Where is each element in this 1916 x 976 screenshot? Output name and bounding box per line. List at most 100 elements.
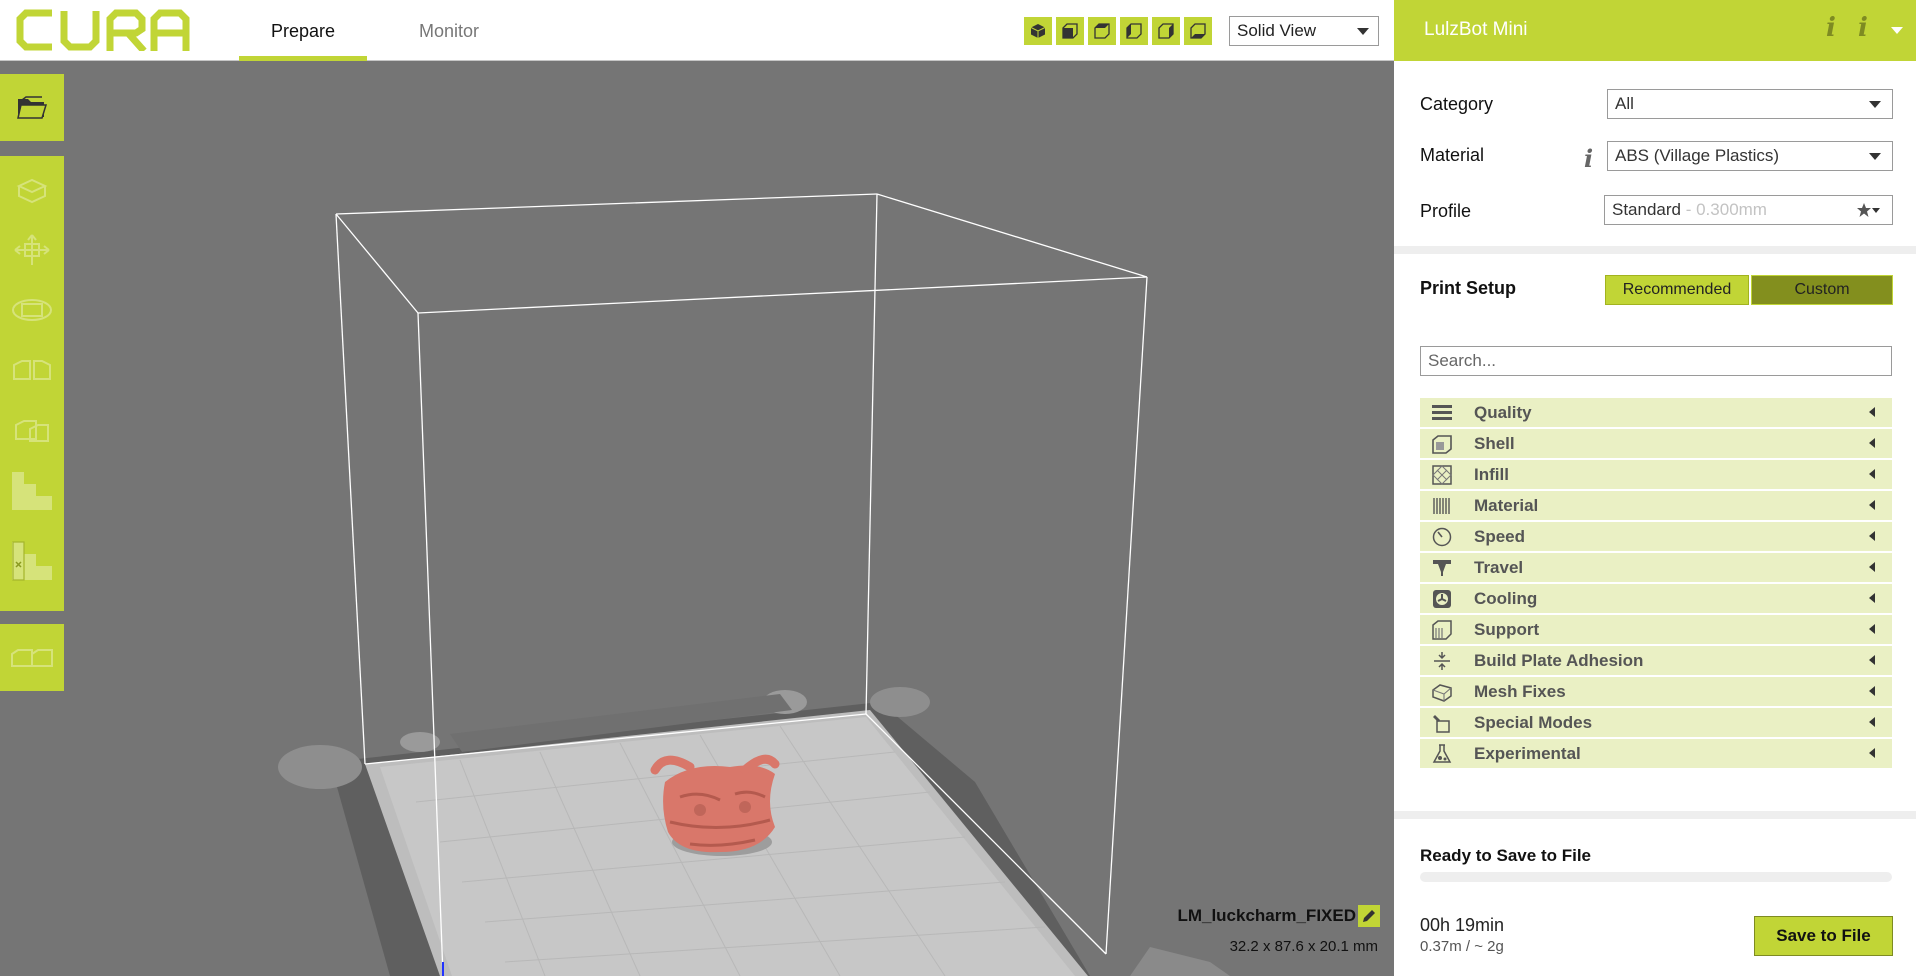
cura-logo: [16, 9, 190, 51]
section-divider: [1394, 246, 1916, 254]
view-mode-select[interactable]: Solid View: [1229, 16, 1379, 46]
settings-search-input[interactable]: [1420, 346, 1892, 376]
category-travel[interactable]: Travel: [1420, 553, 1892, 582]
category-value: All: [1615, 94, 1634, 113]
view-bottom-button[interactable]: [1184, 17, 1212, 45]
chevron-left-icon: [1869, 531, 1875, 541]
material-label: Material: [1420, 145, 1485, 165]
shell-icon: [1432, 435, 1452, 454]
view-right-button[interactable]: [1152, 17, 1180, 45]
tab-monitor[interactable]: Monitor: [390, 0, 508, 61]
chevron-down-icon: [1869, 153, 1881, 160]
print-setup-label: Print Setup: [1420, 278, 1517, 298]
category-label: Travel: [1474, 558, 1524, 577]
printer-name[interactable]: LulzBot Mini: [1424, 19, 1528, 41]
recommended-mode-button[interactable]: Recommended: [1605, 275, 1749, 305]
category-label: Support: [1474, 620, 1540, 639]
category-select[interactable]: All: [1607, 89, 1893, 119]
category-material[interactable]: Material: [1420, 491, 1892, 520]
chevron-down-icon: [1869, 101, 1881, 108]
category-mesh-fixes[interactable]: Mesh Fixes: [1420, 677, 1892, 706]
chevron-left-icon: [1869, 500, 1875, 510]
material-icon: [1433, 498, 1450, 514]
category-support[interactable]: Support: [1420, 615, 1892, 644]
star-icon: [1857, 203, 1880, 217]
edit-name-button[interactable]: [1358, 905, 1380, 927]
support-icon: [1432, 620, 1452, 640]
info-icon[interactable]: i: [1858, 13, 1868, 43]
chevron-left-icon: [1869, 469, 1875, 479]
profile-layer-height: - 0.300mm: [1681, 200, 1767, 219]
view-left-icon: [1126, 23, 1142, 39]
chevron-down-icon[interactable]: [1891, 27, 1903, 34]
profile-select[interactable]: Standard - 0.300mm: [1604, 195, 1893, 225]
settings-sidebar: LulzBot Mini i i Category All Material i…: [1394, 0, 1916, 976]
category-cooling[interactable]: Cooling: [1420, 584, 1892, 613]
object-dimensions: 32.2 x 87.6 x 20.1 mm: [1229, 938, 1378, 955]
chevron-left-icon: [1869, 748, 1875, 758]
material-select[interactable]: ABS (Village Plastics): [1607, 141, 1893, 171]
3d-viewport[interactable]: LM_luckcharm_FIXED 32.2 x 87.6 x 20.1 mm: [0, 62, 1394, 976]
chevron-left-icon: [1869, 407, 1875, 417]
view-front-icon: [1062, 23, 1078, 39]
view-3d-icon: [1030, 24, 1046, 38]
slicing-progress-bar: [1420, 872, 1892, 882]
view-left-button[interactable]: [1120, 17, 1148, 45]
category-build-plate-adhesion[interactable]: Build Plate Adhesion: [1420, 646, 1892, 675]
chevron-left-icon: [1869, 624, 1875, 634]
chevron-left-icon: [1869, 438, 1875, 448]
category-label: Special Modes: [1474, 713, 1593, 732]
material-usage: 0.37m / ~ 2g: [1420, 938, 1504, 955]
material-info-icon[interactable]: i: [1584, 144, 1593, 173]
view-top-icon: [1094, 23, 1110, 39]
view-front-button[interactable]: [1056, 17, 1084, 45]
category-label: Experimental: [1474, 744, 1581, 763]
category-label: Mesh Fixes: [1474, 682, 1566, 701]
bed-front-clamp: [1130, 947, 1230, 976]
build-volume-scene: [278, 193, 1230, 976]
mesh-fixes-icon: [1432, 684, 1452, 702]
category-label: Shell: [1474, 434, 1515, 453]
category-special-modes[interactable]: Special Modes: [1420, 708, 1892, 737]
pencil-icon: [1358, 905, 1380, 927]
chevron-left-icon: [1869, 562, 1875, 572]
category-label: Category: [1420, 94, 1494, 114]
custom-mode-button[interactable]: Custom: [1751, 275, 1893, 305]
category-label: Material: [1474, 496, 1539, 515]
view-top-button[interactable]: [1088, 17, 1116, 45]
print-time: 00h 19min: [1420, 915, 1505, 935]
category-label: Quality: [1474, 403, 1532, 422]
cooling-icon: [1433, 590, 1451, 608]
category-label: Build Plate Adhesion: [1474, 651, 1644, 670]
category-label: Infill: [1474, 465, 1509, 484]
chevron-down-icon: [1357, 28, 1369, 35]
chevron-left-icon: [1869, 593, 1875, 603]
category-speed[interactable]: Speed: [1420, 522, 1892, 551]
speed-icon: [1432, 527, 1452, 547]
category-quality[interactable]: Quality: [1420, 398, 1892, 427]
experimental-icon: [1432, 744, 1452, 763]
category-shell[interactable]: Shell: [1420, 429, 1892, 458]
bed-clamp-right: [870, 687, 930, 717]
material-value: ABS (Village Plastics): [1615, 146, 1780, 165]
special-modes-icon: [1433, 715, 1450, 733]
profile-value: Standard: [1612, 200, 1681, 219]
save-to-file-button[interactable]: Save to File: [1754, 916, 1893, 956]
top-bar: Prepare Monitor Solid View: [0, 0, 1394, 61]
tab-prepare[interactable]: Prepare: [239, 0, 367, 61]
view-right-icon: [1158, 23, 1174, 39]
section-divider: [1394, 811, 1916, 819]
infill-icon: [1432, 465, 1452, 485]
object-name: LM_luckcharm_FIXED: [1177, 906, 1356, 925]
view-bottom-icon: [1190, 23, 1206, 39]
chevron-left-icon: [1869, 686, 1875, 696]
info-icon[interactable]: i: [1826, 13, 1836, 43]
setting-categories: Quality Shell Infill Material Speed Trav…: [1420, 398, 1892, 770]
view-3d-button[interactable]: [1024, 17, 1052, 45]
category-infill[interactable]: Infill: [1420, 460, 1892, 489]
printer-header: LulzBot Mini i i: [1394, 0, 1916, 61]
view-orientation-buttons: [1024, 17, 1212, 45]
travel-icon: [1433, 560, 1451, 576]
category-experimental[interactable]: Experimental: [1420, 739, 1892, 768]
category-label: Cooling: [1474, 589, 1538, 608]
